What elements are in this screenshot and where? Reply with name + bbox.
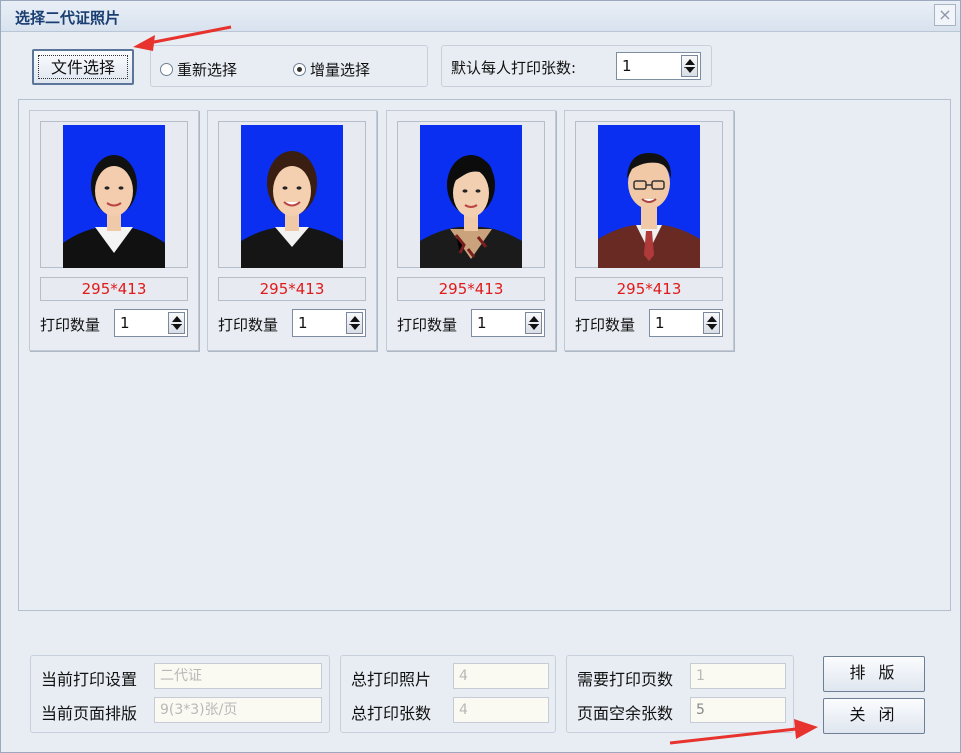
photo-frame xyxy=(397,121,545,268)
photo-card: 295*413 打印数量 1 xyxy=(29,110,199,351)
pages-needed-field: 1 xyxy=(690,663,786,689)
default-prints-group: 默认每人打印张数: 1 xyxy=(441,45,712,87)
photo-frame xyxy=(40,121,188,268)
total-sheets-field: 4 xyxy=(453,697,549,723)
photo-size-label: 295*413 xyxy=(397,277,545,301)
radio-reselect[interactable]: 重新选择 xyxy=(160,59,237,80)
total-photos-label: 总打印照片 xyxy=(351,670,432,689)
spinner-arrows-icon[interactable] xyxy=(681,55,698,77)
annotation-arrow-icon xyxy=(669,719,818,745)
photo-size-label: 295*413 xyxy=(575,277,723,301)
spinner-arrows-icon[interactable] xyxy=(346,312,363,334)
person-photo[interactable] xyxy=(63,125,165,268)
person-photo[interactable] xyxy=(420,125,522,268)
print-quantity-label: 打印数量 xyxy=(218,316,279,334)
close-button[interactable]: 关 闭 xyxy=(823,698,925,734)
window-title: 选择二代证照片 xyxy=(15,9,121,27)
photo-card: 295*413 打印数量 1 xyxy=(207,110,377,351)
default-prints-value[interactable]: 1 xyxy=(622,57,632,75)
spinner-arrows-icon[interactable] xyxy=(168,312,185,334)
current-print-setting-field: 二代证 xyxy=(154,663,322,689)
spinner-arrows-icon[interactable] xyxy=(525,312,542,334)
spinner-arrows-icon[interactable] xyxy=(703,312,720,334)
person-photo[interactable] xyxy=(241,125,343,268)
file-select-label: 文件选择 xyxy=(38,55,128,79)
current-print-setting-label: 当前打印设置 xyxy=(41,670,138,689)
totals-group: 总打印照片 4 总打印张数 4 xyxy=(340,655,556,733)
layout-button[interactable]: 排 版 xyxy=(823,656,925,692)
print-quantity-stepper[interactable]: 1 xyxy=(292,309,366,337)
radio-incremental-label: 增量选择 xyxy=(310,61,371,79)
close-icon[interactable]: × xyxy=(934,4,956,26)
print-settings-group: 当前打印设置 二代证 当前页面排版 9(3*3)张/页 xyxy=(30,655,330,733)
page-empty-label: 页面空余张数 xyxy=(577,704,674,723)
radio-incremental[interactable]: 增量选择 xyxy=(293,59,370,80)
total-sheets-label: 总打印张数 xyxy=(351,704,432,723)
print-quantity-value[interactable]: 1 xyxy=(477,314,487,332)
photo-card: 295*413 打印数量 1 xyxy=(564,110,734,351)
pages-needed-label: 需要打印页数 xyxy=(577,670,674,689)
photo-frame xyxy=(575,121,723,268)
file-select-button[interactable]: 文件选择 xyxy=(32,49,134,85)
photo-panel: 295*413 打印数量 1 295*413 打印数量 1 295*413 打印… xyxy=(18,99,951,611)
print-quantity-label: 打印数量 xyxy=(397,316,458,334)
print-quantity-label: 打印数量 xyxy=(575,316,636,334)
current-layout-label: 当前页面排版 xyxy=(41,704,138,723)
default-prints-stepper[interactable]: 1 xyxy=(616,52,701,80)
print-quantity-value[interactable]: 1 xyxy=(120,314,130,332)
radio-reselect-indicator[interactable] xyxy=(160,63,173,76)
annotation-arrow-icon xyxy=(133,25,232,51)
print-quantity-label: 打印数量 xyxy=(40,316,101,334)
default-prints-label: 默认每人打印张数: xyxy=(451,59,577,77)
current-layout-field: 9(3*3)张/页 xyxy=(154,697,322,723)
print-quantity-stepper[interactable]: 1 xyxy=(114,309,188,337)
person-photo[interactable] xyxy=(598,125,700,268)
print-quantity-stepper[interactable]: 1 xyxy=(471,309,545,337)
dialog-window: 选择二代证照片 × 文件选择 重新选择 增量选择 默认每人打印张数: 1 295… xyxy=(0,0,961,753)
radio-reselect-label: 重新选择 xyxy=(177,61,238,79)
radio-incremental-indicator[interactable] xyxy=(293,63,306,76)
photo-frame xyxy=(218,121,366,268)
photo-size-label: 295*413 xyxy=(40,277,188,301)
photo-card: 295*413 打印数量 1 xyxy=(386,110,556,351)
total-photos-field: 4 xyxy=(453,663,549,689)
print-quantity-stepper[interactable]: 1 xyxy=(649,309,723,337)
print-quantity-value[interactable]: 1 xyxy=(655,314,665,332)
print-quantity-value[interactable]: 1 xyxy=(298,314,308,332)
photo-size-label: 295*413 xyxy=(218,277,366,301)
